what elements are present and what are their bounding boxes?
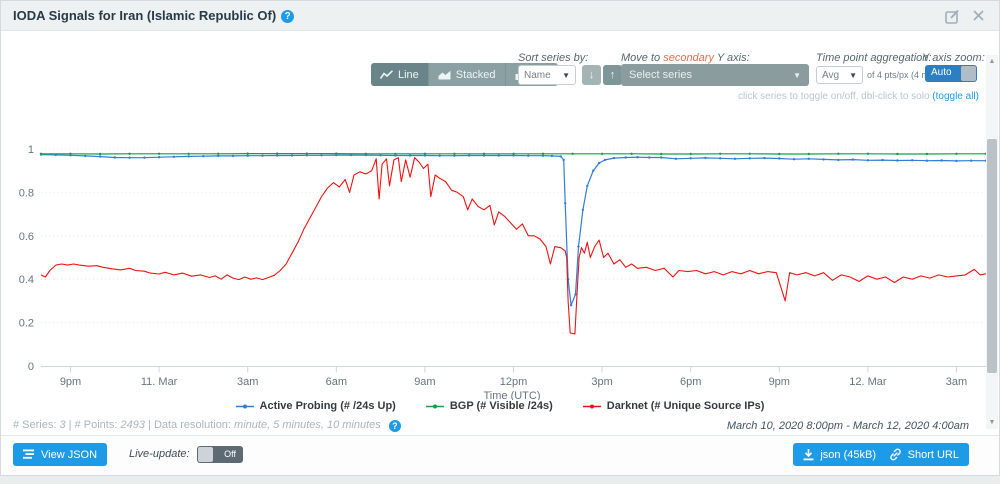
live-update-label: Live-update: [129, 448, 190, 460]
svg-text:12. Mar: 12. Mar [849, 376, 887, 388]
aggregation-label: Time point aggregation: [816, 52, 931, 64]
svg-text:11. Mar: 11. Mar [141, 376, 178, 388]
download-icon [803, 449, 814, 461]
scroll-down-icon[interactable]: ▼ [986, 416, 998, 429]
svg-text:6am: 6am [326, 376, 347, 388]
svg-text:9pm: 9pm [769, 376, 790, 388]
edit-icon[interactable] [945, 9, 960, 24]
svg-text:12pm: 12pm [500, 376, 528, 388]
link-icon [889, 448, 902, 461]
chevron-down-icon: ▼ [793, 71, 801, 80]
svg-text:0.8: 0.8 [19, 187, 34, 199]
svg-text:0.4: 0.4 [19, 274, 34, 286]
svg-text:3pm: 3pm [591, 376, 612, 388]
legend-marker-icon [426, 402, 444, 411]
line-chart-icon [380, 70, 393, 80]
stacked-chart-icon [438, 70, 451, 80]
close-icon[interactable] [972, 9, 985, 24]
svg-text:3am: 3am [946, 376, 967, 388]
json-download-button[interactable]: json (45kB) [793, 443, 886, 466]
sort-series-label: Sort series by: [518, 52, 588, 64]
chevron-down-icon: ▼ [562, 71, 570, 80]
legend-marker-icon [236, 402, 254, 411]
signals-chart[interactable]: 0 0.2 0.4 0.6 0.8 1 9pm 11. Mar 3am 6am 9am 12pm 3pm… [1, 106, 1000, 400]
legend-item-label: Active Probing (# /24s Up) [260, 400, 396, 412]
live-update-toggle[interactable]: Off [197, 446, 243, 463]
y-axis-zoom-toggle[interactable]: Auto [925, 65, 977, 82]
toggle-all-link[interactable]: (toggle all) [932, 91, 979, 102]
chart-legend: Active Probing (# /24s Up) BGP (# Visible… [1, 400, 999, 412]
page-title: IODA Signals for Iran (Islamic Republic … [13, 1, 294, 31]
svg-text:9am: 9am [414, 376, 435, 388]
ioda-signals-panel: IODA Signals for Iran (Islamic Republic … [0, 0, 1000, 476]
sort-series-select[interactable]: Name▼ [518, 65, 576, 85]
svg-text:3am: 3am [237, 376, 258, 388]
chart-type-stacked-button[interactable]: Stacked [428, 63, 505, 86]
chart-type-line-button[interactable]: Line [371, 63, 428, 86]
panel-header: IODA Signals for Iran (Islamic Republic … [1, 1, 999, 31]
series-meta: # Series: 3 | # Points: 2493 | Data reso… [13, 419, 401, 432]
svg-text:0.6: 0.6 [19, 231, 34, 243]
legend-item[interactable]: Darknet (# Unique Source IPs) [583, 400, 765, 412]
panel-footer: View JSON Live-update: Off json (45kB) S… [1, 435, 999, 476]
chevron-down-icon: ▼ [849, 71, 857, 80]
select-series-dropdown[interactable]: Select series▼ [621, 64, 809, 86]
view-json-button[interactable]: View JSON [13, 443, 107, 466]
series-toggle-hint: click series to toggle on/off, dbl-click… [738, 91, 979, 102]
legend-item-label: BGP (# Visible /24s) [450, 400, 553, 412]
svg-text:9pm: 9pm [60, 376, 81, 388]
toggle-knob [961, 66, 976, 81]
help-icon[interactable]: ? [389, 420, 401, 432]
date-range: March 10, 2020 8:00pm - March 12, 2020 4… [727, 420, 969, 432]
legend-item-label: Darknet (# Unique Source IPs) [607, 400, 765, 412]
legend-item[interactable]: Active Probing (# /24s Up) [236, 400, 396, 412]
move-to-secondary-label: Move to secondary Y axis: [621, 52, 750, 64]
legend-marker-icon [583, 402, 601, 411]
toggle-knob [198, 447, 213, 462]
scroll-up-icon[interactable]: ▲ [986, 55, 998, 68]
help-icon[interactable]: ? [281, 10, 294, 23]
sort-descending-button[interactable]: ↓ [582, 65, 601, 85]
y-axis-zoom-label: Y axis zoom: [922, 52, 985, 64]
scrollbar-thumb[interactable] [987, 139, 997, 373]
svg-text:1: 1 [28, 144, 34, 156]
page-title-text: IODA Signals for Iran (Islamic Republic … [13, 8, 276, 23]
sort-ascending-button[interactable]: ↑ [603, 65, 622, 85]
svg-text:Time (UTC): Time (UTC) [483, 390, 540, 400]
svg-text:6pm: 6pm [680, 376, 701, 388]
list-icon [23, 449, 35, 460]
svg-text:0: 0 [28, 361, 34, 373]
vertical-scrollbar[interactable]: ▲ ▼ [986, 55, 998, 429]
short-url-button[interactable]: Short URL [879, 443, 969, 466]
aggregation-select[interactable]: Avg▼ [816, 66, 863, 84]
svg-text:0.2: 0.2 [19, 318, 34, 330]
legend-item[interactable]: BGP (# Visible /24s) [426, 400, 553, 412]
